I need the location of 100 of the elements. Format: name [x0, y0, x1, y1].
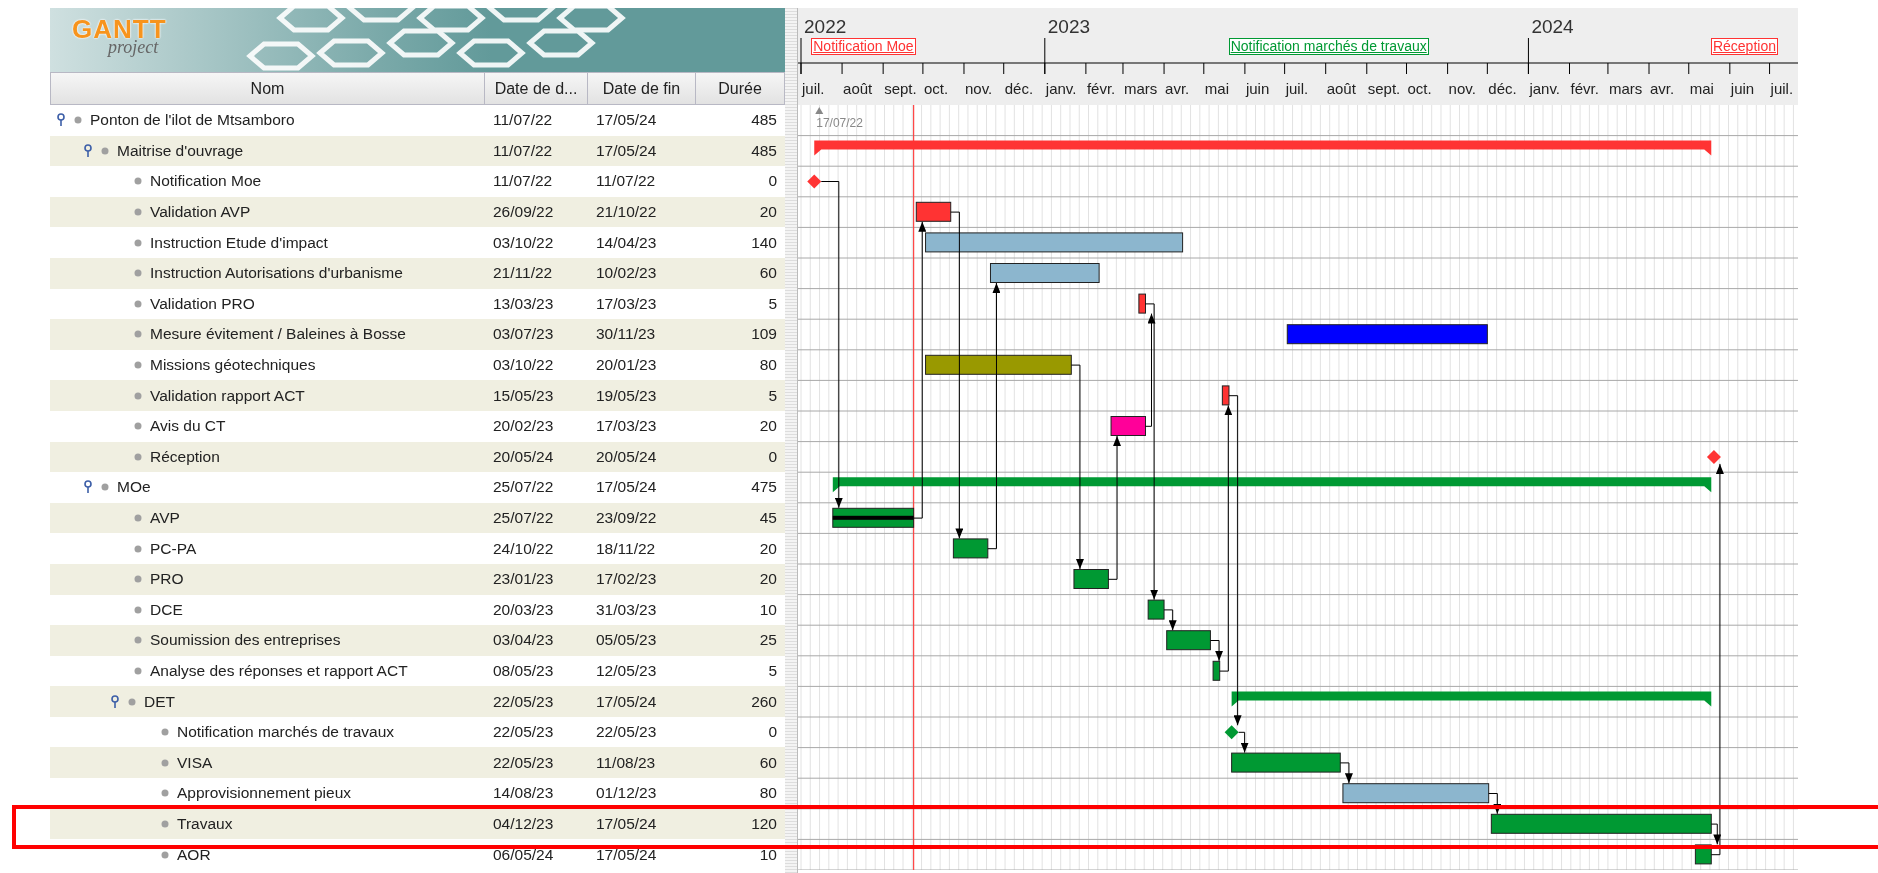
dependency-arrow [1339, 762, 1353, 784]
end-date-cell-text: 14/04/23 [595, 232, 658, 253]
duration-cell-text: 10 [758, 599, 778, 620]
end-date-cell-text: 17/02/23 [595, 569, 658, 590]
task-name: Instruction Autorisations d'urbanisme [150, 264, 403, 283]
table-row[interactable]: Travaux 04/12/23 17/05/24 120 [50, 808, 785, 840]
start-date-cell-text: 03/10/22 [492, 232, 555, 253]
start-date-cell-text: 23/01/23 [492, 569, 555, 590]
task-name: Maitrise d'ouvrage [117, 141, 244, 160]
task-name: Travaux [177, 814, 233, 833]
task-name: Soumission des entreprises [150, 631, 341, 650]
start-date-cell-text: 06/05/24 [492, 844, 555, 865]
start-date-cell-text: 08/05/23 [492, 661, 555, 681]
duration-cell-text: 5 [767, 385, 778, 406]
expand-icon[interactable] [56, 113, 66, 128]
table-row[interactable]: AVP 25/07/22 23/09/22 45 [50, 502, 785, 534]
task-name: MOe [117, 478, 151, 497]
end-date-cell-text: 31/03/23 [595, 599, 658, 620]
table-row[interactable]: Mesure évitement / Baleines à Bosse 03/07/23 30/11/23 109 [50, 319, 785, 350]
month-label: nov. [1448, 80, 1476, 97]
start-date-cell-text: 14/08/23 [492, 783, 555, 804]
month-label: août [843, 80, 873, 97]
bullet-icon [134, 299, 142, 308]
bullet-icon [134, 238, 142, 247]
month-label: août [1326, 80, 1356, 97]
duration-cell-text: 80 [758, 355, 778, 376]
column-header[interactable]: Date de d... [485, 72, 588, 105]
bullet-icon [134, 544, 142, 553]
bullet-icon [101, 483, 109, 492]
task-name: Approvisionnement pieux [177, 784, 352, 803]
start-date-cell-text: 22/05/23 [492, 691, 555, 712]
month-label: mars [1608, 80, 1643, 97]
month-label: avr. [1165, 80, 1190, 97]
month-label: mai [1204, 80, 1229, 97]
task-name: Analyse des réponses et rapport ACT [150, 662, 408, 680]
duration-cell-text: 485 [750, 110, 778, 131]
month-label: déc. [1488, 80, 1517, 97]
dependency-arrow [1488, 793, 1502, 815]
expand-icon[interactable] [83, 143, 93, 158]
task-name: DET [144, 692, 175, 711]
table-row[interactable]: Validation AVP 26/09/22 21/10/22 20 [50, 196, 785, 228]
end-date-cell-text: 30/11/23 [595, 324, 657, 345]
table-row[interactable]: Instruction Autorisations d'urbanisme 21/11/22 10/02/23 60 [50, 257, 785, 289]
month-label: oct. [923, 80, 949, 97]
bullet-icon [134, 452, 142, 461]
start-date-cell-text: 11/07/22 [492, 110, 554, 131]
start-date-cell-text: 24/10/22 [492, 538, 555, 559]
month-label: mars [1123, 80, 1158, 97]
duration-cell-text: 260 [750, 691, 778, 712]
table-row[interactable]: VISA 22/05/23 11/08/23 60 [50, 747, 785, 779]
end-date-cell-text: 11/07/22 [595, 171, 657, 192]
end-date-cell-text: 17/05/24 [595, 813, 658, 834]
end-date-cell-text: 17/05/24 [595, 844, 658, 865]
task-name: Réception [150, 447, 220, 466]
expand-icon[interactable] [110, 694, 120, 709]
task-name: Validation rapport ACT [150, 386, 305, 405]
end-date-cell-text: 17/05/24 [595, 140, 658, 161]
bullet-icon [134, 330, 142, 339]
task-name: Avis du CT [150, 417, 226, 436]
bullet-icon [161, 728, 169, 737]
duration-cell-text: 0 [767, 171, 778, 192]
end-date-cell-text: 18/11/22 [595, 538, 657, 559]
end-date-cell-text: 20/01/23 [595, 355, 658, 376]
duration-cell-text: 10 [758, 844, 778, 865]
table-row[interactable]: DET 22/05/23 17/05/24 260 [50, 686, 785, 717]
duration-cell-text: 5 [767, 661, 778, 681]
bullet-icon [134, 177, 142, 186]
duration-cell-text: 60 [758, 263, 778, 284]
duration-cell-text: 60 [758, 752, 778, 773]
column-header[interactable]: Date de fin [588, 72, 696, 105]
table-row[interactable]: PRO 23/01/23 17/02/23 20 [50, 563, 785, 595]
month-label: sept. [884, 80, 917, 97]
duration-cell-text: 20 [758, 569, 778, 590]
task-name: AVP [150, 509, 180, 527]
column-header[interactable]: Durée [696, 72, 785, 105]
task-name: PRO [150, 570, 184, 589]
table-row[interactable]: Soumission des entreprises 03/04/23 05/05/23 25 [50, 625, 785, 656]
bullet-icon [134, 636, 142, 645]
bullet-icon [134, 667, 142, 675]
table-row[interactable]: Maitrise d'ouvrage 11/07/22 17/05/24 485 [50, 135, 785, 167]
bullet-icon [128, 697, 136, 706]
task-name: DCE [150, 600, 183, 619]
duration-cell-text: 5 [767, 293, 778, 314]
year-label: 2023 [1047, 16, 1091, 38]
table-row[interactable]: Validation rapport ACT 15/05/23 19/05/23 5 [50, 380, 785, 411]
end-date-cell-text: 17/05/24 [595, 110, 658, 131]
start-date-cell-text: 20/02/23 [492, 416, 555, 437]
expand-icon[interactable] [83, 480, 93, 495]
month-label: sept. [1367, 80, 1401, 97]
bullet-icon [161, 819, 169, 828]
task-name: Mesure évitement / Baleines à Bosse [150, 325, 406, 344]
year-label: 2024 [1531, 16, 1574, 38]
table-row[interactable]: Réception 20/05/24 20/05/24 0 [50, 441, 785, 473]
task-name: Instruction Etude d'impact [150, 233, 328, 252]
column-header[interactable]: Nom [50, 72, 485, 105]
start-date-cell-text: 20/03/23 [492, 599, 555, 620]
month-label: janv. [1529, 80, 1560, 97]
start-date-cell-text: 20/05/24 [492, 446, 555, 467]
start-date-cell-text: 03/10/22 [492, 355, 555, 376]
end-date-cell-text: 17/03/23 [595, 293, 658, 314]
